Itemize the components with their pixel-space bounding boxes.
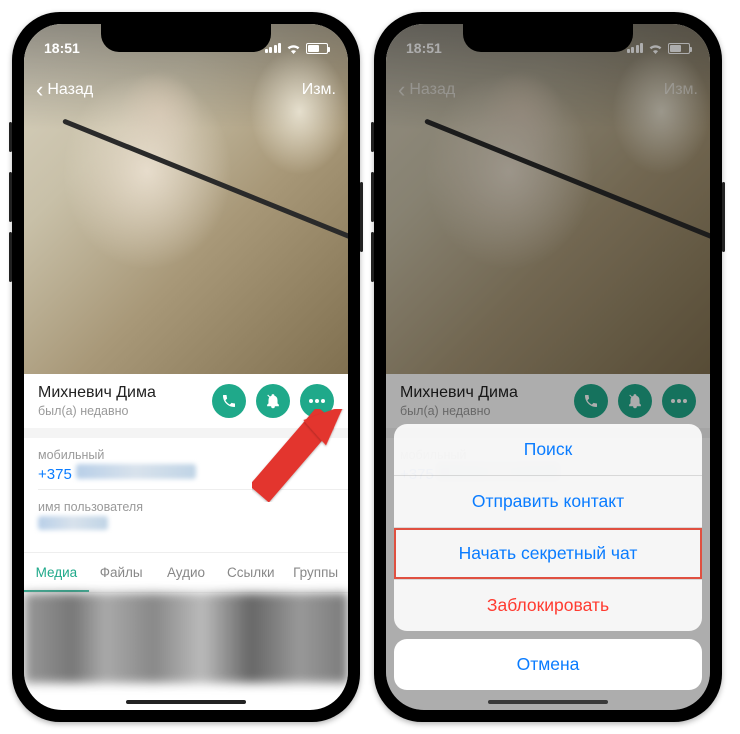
sheet-start-secret-chat[interactable]: Начать секретный чат xyxy=(394,527,702,579)
action-sheet: Поиск Отправить контакт Начать секретный… xyxy=(394,424,702,690)
phone-value: +375 xyxy=(38,464,334,483)
call-button[interactable] xyxy=(212,384,246,418)
tab-links[interactable]: Ссылки xyxy=(218,553,283,592)
mute-button[interactable] xyxy=(256,384,290,418)
screen-left: 18:51 ‹ Назад Изм. Михневич Дима был(а) … xyxy=(24,24,348,710)
contact-status: был(а) недавно xyxy=(38,404,156,418)
edit-button[interactable]: Изм. xyxy=(302,81,336,99)
phone-mockup-left: 18:51 ‹ Назад Изм. Михневич Дима был(а) … xyxy=(12,12,360,722)
nav-bar: ‹ Назад Изм. xyxy=(24,72,348,108)
screen-right: 18:51 ‹Назад Изм. Михневич Дима был(а) н… xyxy=(386,24,710,710)
back-button[interactable]: ‹ Назад xyxy=(36,79,93,101)
more-button[interactable] xyxy=(300,384,334,418)
username-section[interactable]: имя пользователя xyxy=(24,490,348,540)
sheet-block[interactable]: Заблокировать xyxy=(394,579,702,631)
chevron-left-icon: ‹ xyxy=(36,79,43,101)
more-icon xyxy=(309,399,325,403)
media-thumbnails[interactable] xyxy=(24,593,348,683)
back-label: Назад xyxy=(47,81,93,99)
battery-icon xyxy=(306,43,328,54)
mute-bell-icon xyxy=(265,393,281,409)
phone-section[interactable]: мобильный +375 xyxy=(24,438,348,489)
tab-audio[interactable]: Аудио xyxy=(154,553,219,592)
home-indicator[interactable] xyxy=(126,700,246,704)
contact-photo[interactable]: ‹ Назад Изм. xyxy=(24,24,348,374)
tab-groups[interactable]: Группы xyxy=(283,553,348,592)
sheet-search[interactable]: Поиск xyxy=(394,424,702,475)
wifi-icon xyxy=(286,43,301,54)
contact-name: Михневич Дима xyxy=(38,384,156,402)
phone-label: мобильный xyxy=(38,448,334,462)
username-label: имя пользователя xyxy=(38,500,334,514)
phone-mockup-right: 18:51 ‹Назад Изм. Михневич Дима был(а) н… xyxy=(374,12,722,722)
tab-files[interactable]: Файлы xyxy=(89,553,154,592)
status-right xyxy=(265,43,329,54)
notch xyxy=(101,24,271,52)
sheet-share-contact[interactable]: Отправить контакт xyxy=(394,475,702,527)
contact-header: Михневич Дима был(а) недавно xyxy=(24,374,348,428)
tab-media[interactable]: Медиа xyxy=(24,553,89,592)
status-time: 18:51 xyxy=(44,40,80,56)
call-icon xyxy=(221,393,237,409)
sheet-cancel[interactable]: Отмена xyxy=(394,639,702,690)
media-tabs: Медиа Файлы Аудио Ссылки Группы xyxy=(24,552,348,593)
